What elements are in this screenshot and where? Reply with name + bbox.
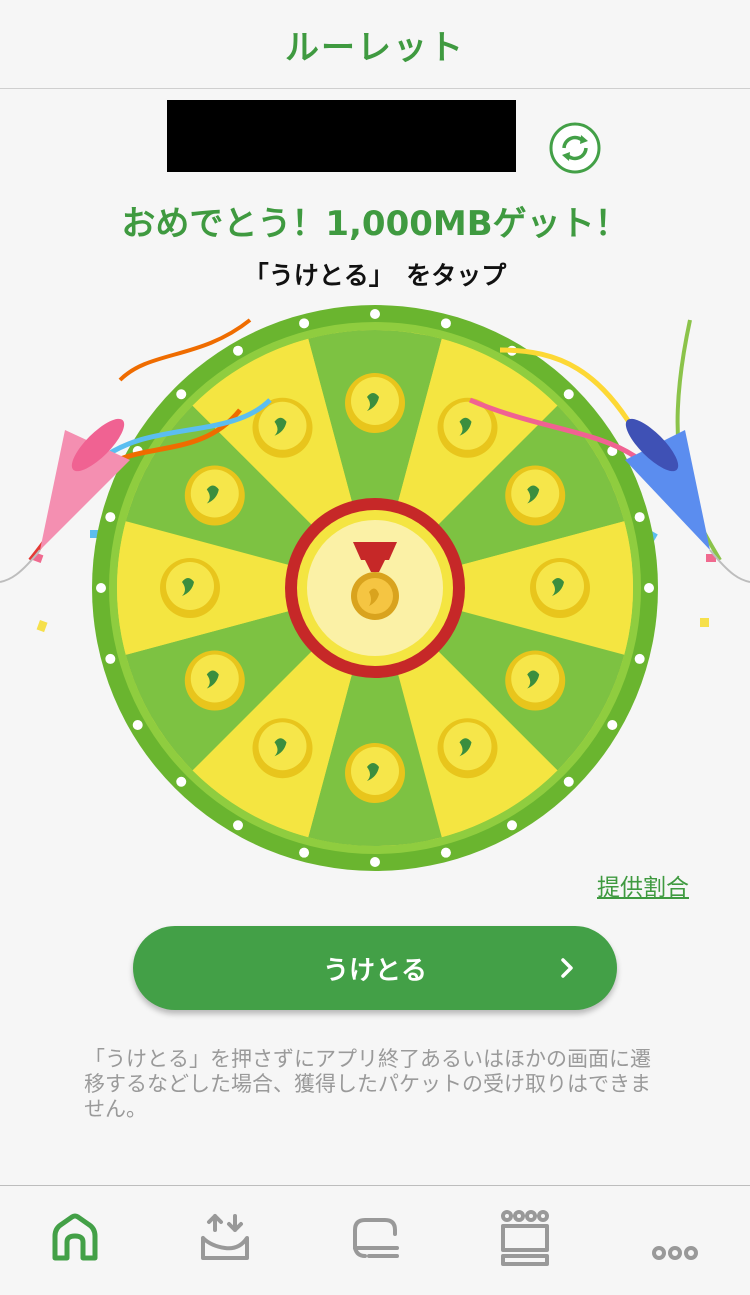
tab-coupon[interactable]: [345, 1208, 405, 1268]
rim-dot: [607, 720, 618, 730]
rim-dot: [233, 820, 243, 831]
rim-dot: [176, 776, 187, 787]
rim-dot: [634, 653, 645, 664]
receive-button[interactable]: うけとる: [133, 926, 617, 1010]
tab-more[interactable]: [645, 1208, 705, 1268]
notice-text: 「うけとる」を押さずにアプリ終了あるいはほかの画面に遷移するなどした場合、獲得し…: [84, 1047, 651, 1121]
rim-dot: [132, 720, 143, 730]
more-icon: [652, 1246, 698, 1260]
rim-dot: [370, 857, 380, 867]
crown-icon: [501, 1210, 549, 1266]
chevron-right-icon: [561, 958, 573, 978]
rim-dot: [634, 512, 645, 523]
prize-medal-icon: [252, 718, 313, 779]
redacted-area: [167, 100, 516, 172]
tab-home[interactable]: [45, 1208, 105, 1268]
prize-coins-icon: [160, 558, 220, 618]
rim-dot: [299, 318, 310, 329]
tab-bar: [0, 1185, 750, 1295]
rim-dot: [440, 318, 451, 329]
rim-dot: [105, 653, 116, 664]
rim-dot: [440, 847, 451, 858]
refresh-icon[interactable]: [548, 121, 602, 175]
result-message: おめでとう！1,000MBゲット！: [121, 204, 629, 244]
app-header: ルーレット: [0, 0, 750, 89]
prize-coin-icon: [345, 373, 405, 433]
rim-dot: [563, 776, 574, 787]
rim-dot: [644, 583, 654, 593]
prize-ratio-link[interactable]: 提供割合: [597, 868, 689, 902]
medal-icon: [351, 542, 399, 620]
rim-dot: [176, 389, 187, 400]
home-icon: [52, 1213, 98, 1261]
prize-coin-icon: [345, 743, 405, 803]
prize-coin-icon: [184, 465, 245, 526]
coupon-icon: [353, 1218, 399, 1258]
receive-button-label: うけとる: [322, 955, 427, 986]
prize-coin-icon: [184, 650, 245, 711]
data-transfer-icon: [201, 1214, 249, 1260]
rim-dot: [299, 847, 310, 858]
rim-dot: [233, 345, 243, 356]
rim-dot: [96, 583, 106, 593]
prize-coin-icon: [505, 465, 566, 526]
prize-coin-bag-icon: [437, 718, 498, 779]
prize-coins-icon: [530, 558, 590, 618]
rim-dot: [507, 820, 517, 831]
instruction-text: 「うけとる」 をタップ: [243, 261, 507, 290]
page-title: ルーレット: [285, 27, 465, 68]
rim-dot: [563, 389, 574, 400]
roulette-wheel: [0, 305, 750, 871]
tab-crown[interactable]: [495, 1208, 555, 1268]
rim-dot: [370, 309, 380, 319]
tab-data-transfer[interactable]: [195, 1208, 255, 1268]
prize-coin-icon: [505, 650, 566, 711]
rim-dot: [105, 512, 116, 523]
